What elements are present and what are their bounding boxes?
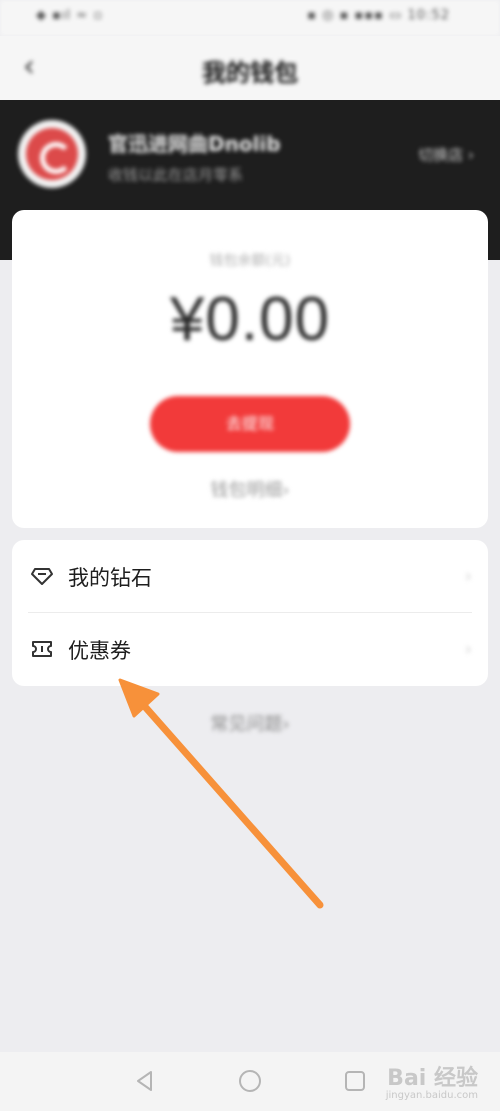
wallet-card: 钱包余额(元) ¥0.00 去提现 钱包明细› [12, 210, 488, 528]
watermark-url: jingyan.baidu.com [385, 1090, 478, 1101]
page-title: 我的钱包 [202, 59, 298, 87]
balance-amount: ¥0.00 [169, 285, 331, 354]
shop-subtitle: 收钱以此在店月零系 [108, 166, 244, 184]
watermark: Bai 经验 jingyan.baidu.com [346, 1056, 486, 1106]
menu-card: 我的钻石 › 优惠券 › [12, 540, 488, 686]
ticket-icon [32, 641, 52, 657]
nav-bar: ‹ 我的钱包 [0, 36, 500, 100]
status-bar-right: ▪ ◎ ▪ ▪▪▪ ▭ 10:52 [307, 8, 450, 23]
watermark-logo: Bai 经验 [387, 1066, 478, 1091]
balance-label: 钱包余额(元) [209, 253, 291, 269]
chevron-right-icon: › [464, 639, 472, 660]
back-triangle-icon[interactable] [132, 1068, 158, 1094]
withdraw-button[interactable]: 去提现 [150, 396, 350, 452]
wallet-detail-link[interactable]: 钱包明细› [12, 476, 488, 502]
chevron-right-icon: › [464, 566, 472, 587]
shop-logo-icon [26, 128, 78, 180]
home-circle-icon[interactable] [237, 1068, 263, 1094]
faq-link[interactable]: 常见问题› [0, 710, 500, 736]
diamond-icon [31, 568, 53, 585]
menu-item-diamonds[interactable]: 我的钻石 › [12, 540, 488, 613]
status-bar-left: ◆ ▪ıl ≈ ▫ [36, 8, 104, 23]
menu-item-label: 我的钻石 [68, 566, 152, 590]
status-bar: ◆ ▪ıl ≈ ▫ ▪ ◎ ▪ ▪▪▪ ▭ 10:52 [0, 0, 500, 36]
menu-item-coupons[interactable]: 优惠券 › [12, 613, 488, 686]
menu-item-label: 优惠券 [68, 639, 131, 663]
avatar[interactable] [18, 120, 86, 188]
shop-name: 官迅进网曲Dnolib [108, 132, 281, 156]
switch-shop-link[interactable]: 切换店 › [418, 144, 474, 165]
